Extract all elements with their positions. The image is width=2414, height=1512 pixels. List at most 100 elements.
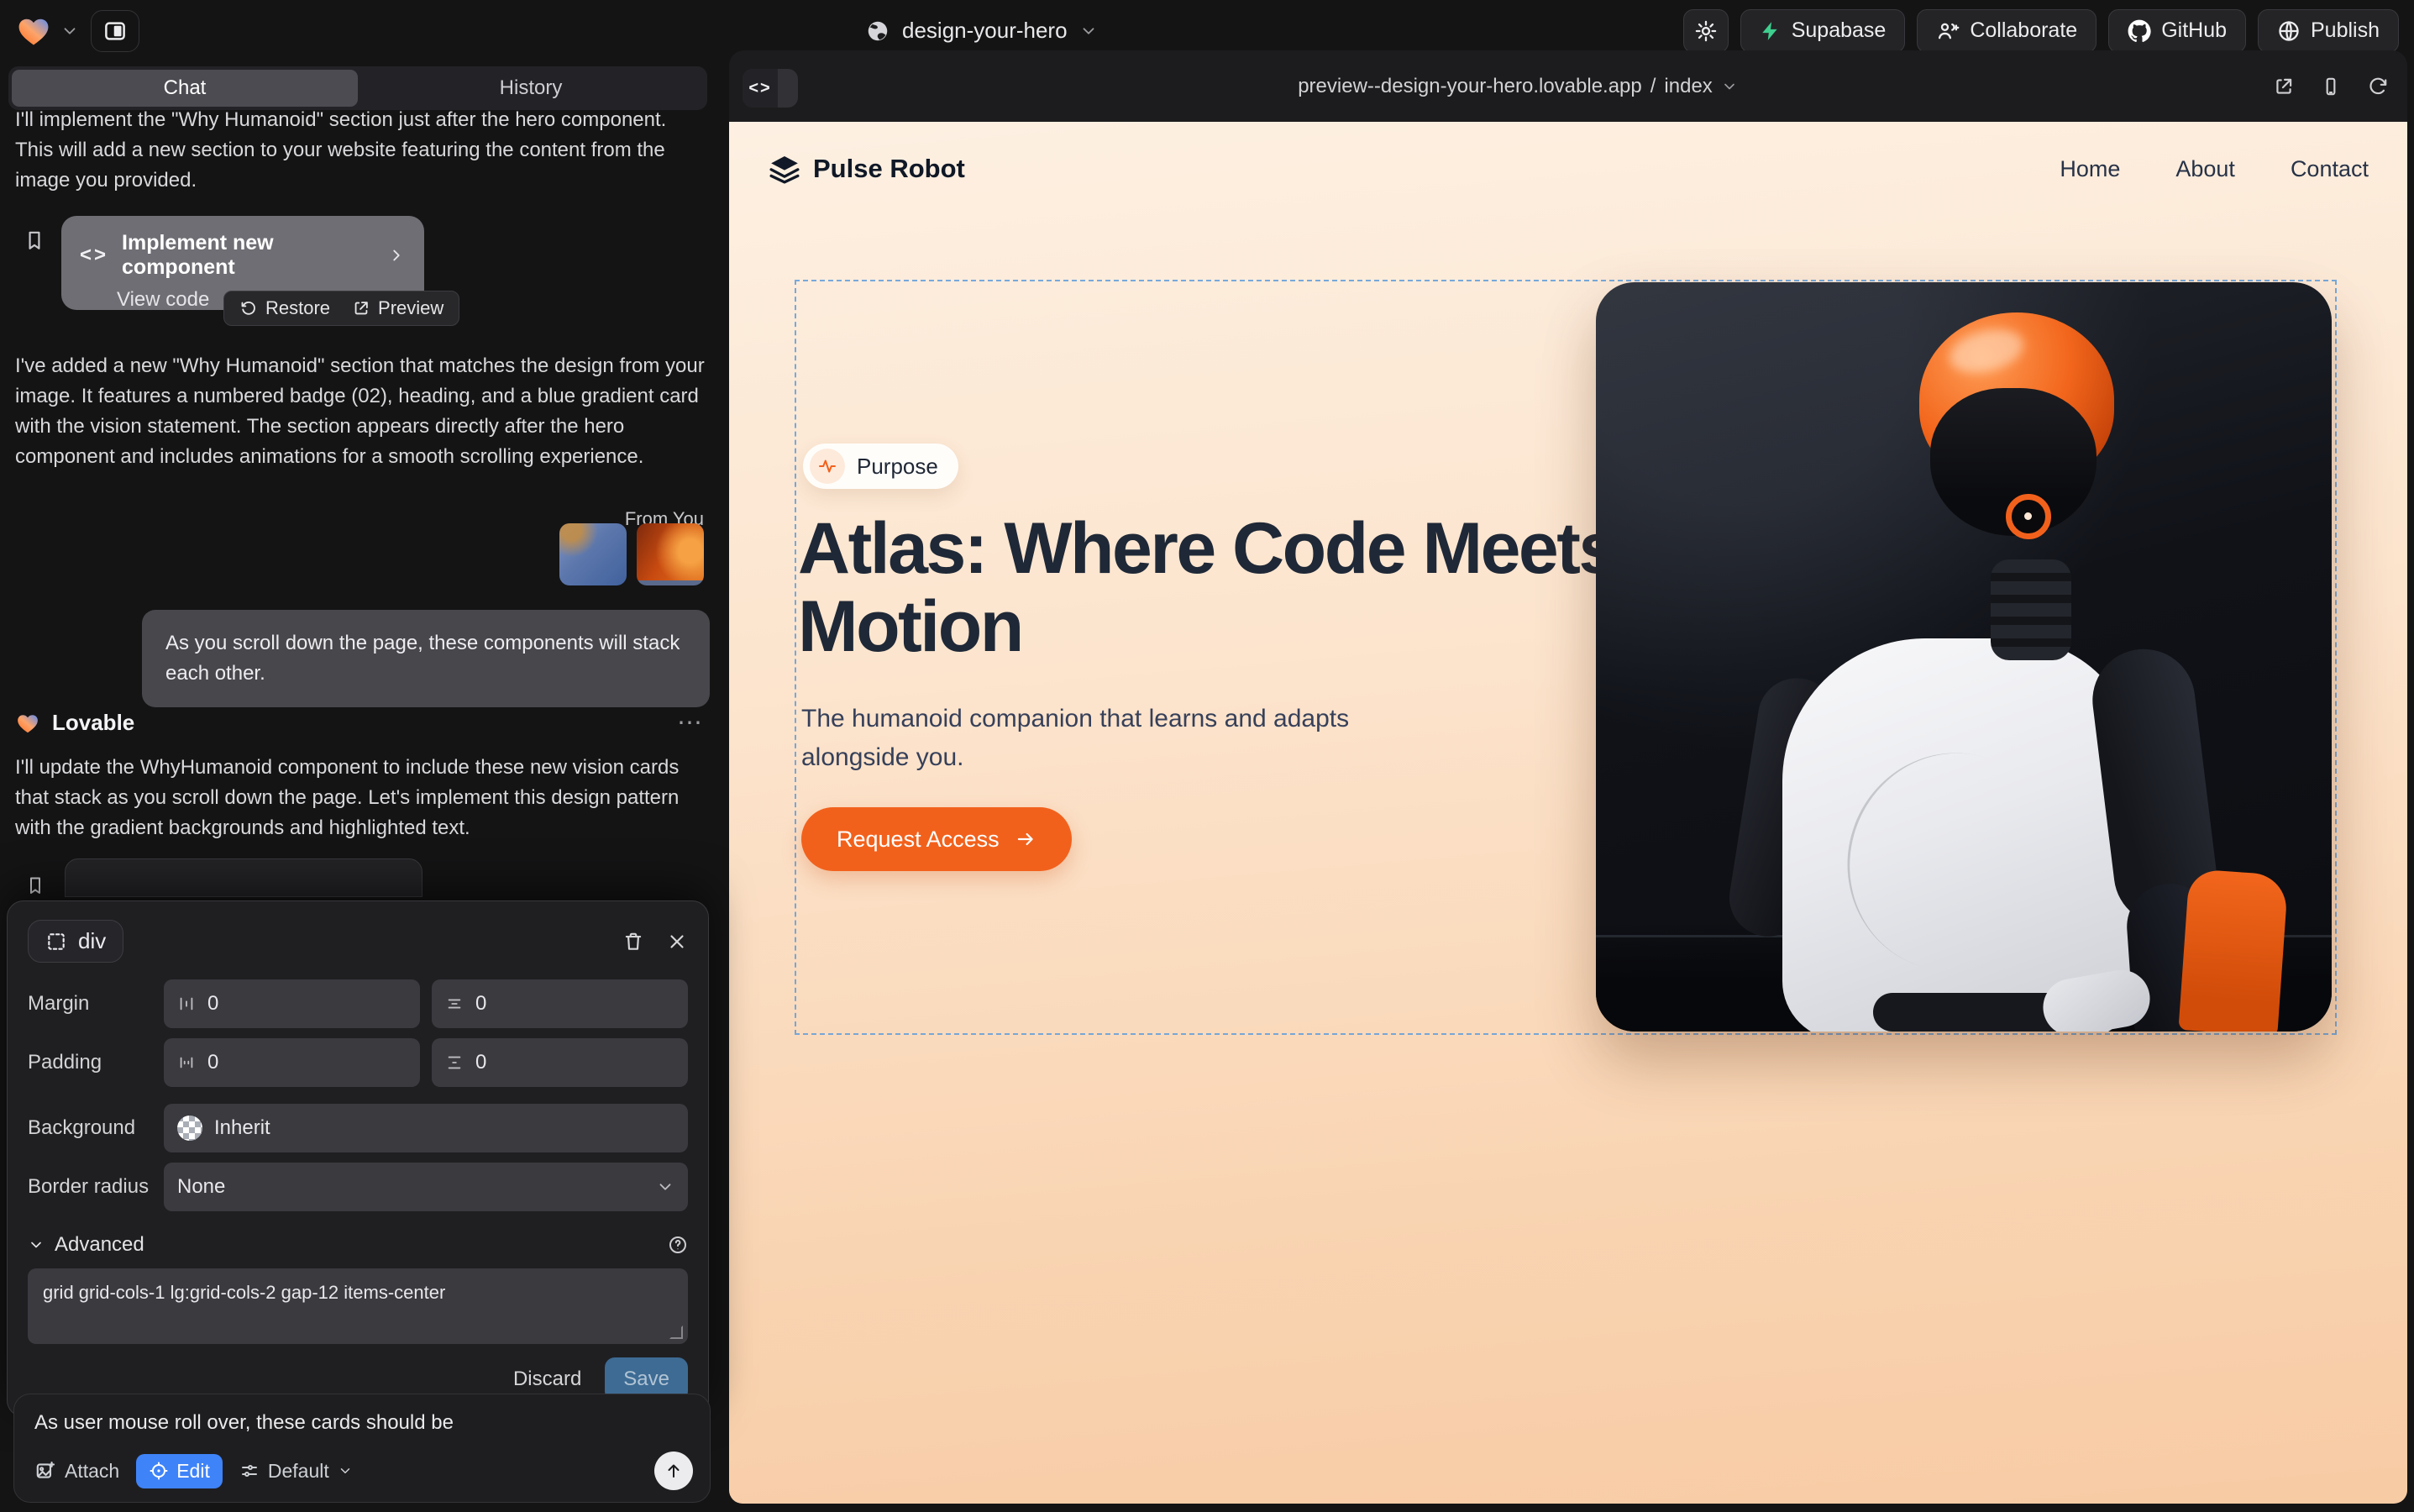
background-label: Background <box>28 1116 164 1140</box>
robot-camera-eye-dot <box>2024 512 2032 520</box>
assistant-message: I'll implement the "Why Humanoid" sectio… <box>15 105 707 196</box>
attach-button[interactable]: Attach <box>34 1460 119 1483</box>
refresh-button[interactable] <box>2367 76 2389 97</box>
site-brand-name: Pulse Robot <box>813 154 965 184</box>
preview-header: <> preview--design-your-hero.lovable.app… <box>729 50 2407 122</box>
attach-label: Attach <box>65 1460 119 1483</box>
cta-label: Request Access <box>837 827 1000 853</box>
preview-url-bar[interactable]: preview--design-your-hero.lovable.app / … <box>729 50 2306 122</box>
collaborate-button[interactable]: Collaborate <box>1917 9 2097 53</box>
resize-handle[interactable] <box>669 1326 683 1339</box>
chevron-down-icon <box>1721 78 1738 95</box>
discard-button[interactable]: Discard <box>513 1368 581 1391</box>
edit-mode-button[interactable]: Edit <box>136 1454 223 1488</box>
send-button[interactable] <box>654 1452 693 1490</box>
chat-composer[interactable]: As user mouse roll over, these cards sho… <box>13 1394 711 1503</box>
lovable-heart-icon <box>15 711 40 736</box>
arrow-right-icon <box>1015 828 1036 850</box>
padding-y-value: 0 <box>475 1051 486 1074</box>
supabase-bolt-icon <box>1760 20 1782 42</box>
assistant-message: I'll update the WhyHumanoid component to… <box>15 753 707 843</box>
advanced-section-toggle[interactable]: Advanced <box>28 1233 688 1257</box>
bookmark-icon <box>25 874 45 896</box>
github-button[interactable]: GitHub <box>2108 9 2246 53</box>
bookmark-icon[interactable] <box>24 228 45 253</box>
border-radius-value: None <box>177 1175 225 1199</box>
mobile-view-button[interactable] <box>2320 76 2342 97</box>
site-brand[interactable]: Pulse Robot <box>768 152 965 186</box>
purpose-badge-label: Purpose <box>857 454 938 480</box>
message-menu-button[interactable]: ⋯ <box>677 708 704 738</box>
help-icon[interactable] <box>668 1235 688 1255</box>
tab-chat[interactable]: Chat <box>12 70 358 107</box>
restore-icon <box>239 299 258 318</box>
composer-input[interactable]: As user mouse roll over, these cards sho… <box>34 1411 690 1435</box>
advanced-label: Advanced <box>55 1233 144 1257</box>
padding-y-icon <box>445 1053 464 1072</box>
border-radius-select[interactable]: None <box>164 1163 688 1211</box>
margin-y-value: 0 <box>475 992 486 1016</box>
margin-x-input[interactable]: 0 <box>164 979 420 1028</box>
selected-element-pill[interactable]: div <box>28 920 123 963</box>
robot-orange-shin <box>2178 869 2288 1032</box>
padding-x-input[interactable]: 0 <box>164 1038 420 1087</box>
restore-label: Restore <box>265 297 330 319</box>
open-in-new-tab-button[interactable] <box>2273 76 2295 97</box>
supabase-button[interactable]: Supabase <box>1740 9 1906 53</box>
close-inspector-button[interactable] <box>666 931 688 953</box>
image-attach-icon <box>34 1460 56 1482</box>
request-access-button[interactable]: Request Access <box>801 807 1072 871</box>
dashed-box-icon <box>45 931 67 953</box>
robot-hero-image <box>1596 282 2332 1032</box>
chat-history-tabs: Chat History <box>8 66 707 110</box>
layers-icon <box>768 152 801 186</box>
classes-textarea[interactable]: grid grid-cols-1 lg:grid-cols-2 gap-12 i… <box>28 1268 688 1344</box>
preview-actions <box>2273 50 2389 122</box>
publish-label: Publish <box>2311 18 2380 43</box>
transparency-swatch-icon <box>177 1116 202 1141</box>
padding-y-input[interactable]: 0 <box>432 1038 688 1087</box>
restore-button[interactable]: Restore <box>239 297 330 319</box>
lovable-logo-menu[interactable] <box>15 13 79 50</box>
component-version-card-partial[interactable] <box>65 858 422 897</box>
github-label: GitHub <box>2161 18 2227 43</box>
gear-icon <box>1694 19 1718 43</box>
assistant-message: I've added a new "Why Humanoid" section … <box>15 351 707 472</box>
tab-history[interactable]: History <box>358 70 704 107</box>
globe-project-icon <box>865 18 890 44</box>
margin-x-value: 0 <box>207 992 218 1016</box>
background-input[interactable]: Inherit <box>164 1104 688 1152</box>
attachment-image-orange[interactable] <box>637 523 704 585</box>
target-icon <box>149 1461 169 1481</box>
collaborate-label: Collaborate <box>1970 18 2077 43</box>
chevron-down-icon <box>60 22 79 40</box>
url-separator: / <box>1650 75 1656 98</box>
nav-link-contact[interactable]: Contact <box>2291 156 2369 182</box>
margin-y-input[interactable]: 0 <box>432 979 688 1028</box>
mode-selector[interactable]: Default <box>239 1460 353 1483</box>
preview-button[interactable]: Preview <box>352 297 443 319</box>
chat-panel: Chat History I'll implement the "Why Hum… <box>0 61 716 1512</box>
nav-link-about[interactable]: About <box>2175 156 2235 182</box>
sidebar-toggle-button[interactable] <box>91 10 139 52</box>
site-navbar: Pulse Robot Home About Contact <box>729 122 2407 216</box>
users-plus-icon <box>1936 19 1960 43</box>
nav-link-home[interactable]: Home <box>2060 156 2120 182</box>
margin-label: Margin <box>28 992 164 1016</box>
robot-neck <box>1991 559 2071 660</box>
element-tag: div <box>78 928 106 954</box>
attachment-image-blue[interactable] <box>559 523 627 585</box>
assistant-header: Lovable ⋯ <box>15 708 704 738</box>
panel-left-icon <box>102 18 128 44</box>
element-inspector-panel: div Margin <box>7 900 709 1417</box>
version-toolbar: Restore Preview <box>223 291 459 326</box>
site-canvas: Pulse Robot Home About Contact Purpose A… <box>729 122 2407 1504</box>
external-link-icon <box>352 299 370 318</box>
settings-button[interactable] <box>1683 9 1729 53</box>
chevron-down-icon <box>28 1236 45 1253</box>
app-root: design-your-hero Supabase <box>0 0 2414 1512</box>
publish-button[interactable]: Publish <box>2258 9 2399 53</box>
delete-element-button[interactable] <box>622 931 644 953</box>
hero-subtitle: The humanoid companion that learns and a… <box>801 700 1389 777</box>
hero-heading: Atlas: Where Code Meets Motion <box>798 510 1638 666</box>
